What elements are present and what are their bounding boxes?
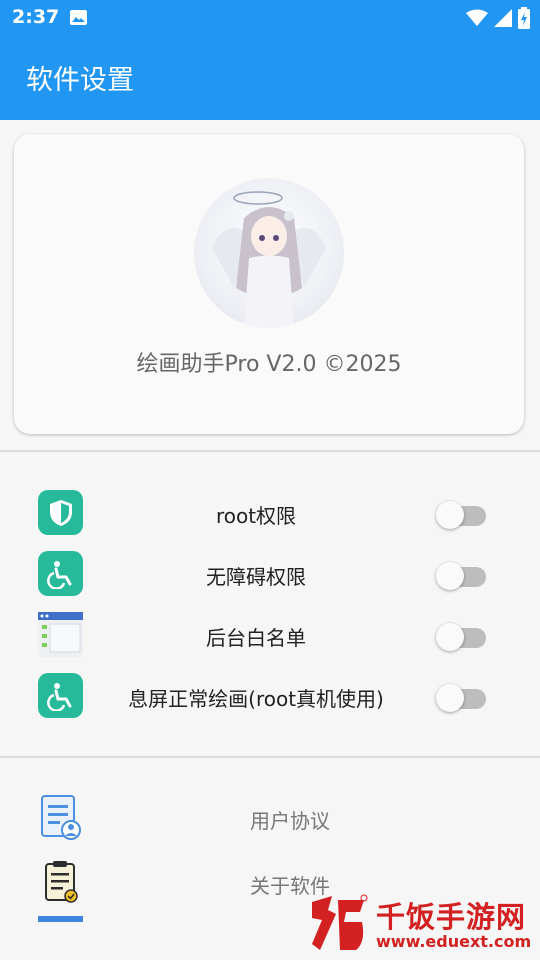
app-window-icon	[38, 612, 83, 657]
watermark-url: www.eduext.com	[376, 932, 532, 951]
status-time: 2:37	[12, 6, 60, 28]
profile-card: 绘画助手Pro V2.0 ©2025	[14, 134, 524, 434]
setting-label: 息屏正常绘画(root真机使用)	[128, 687, 384, 711]
user-agreement-link[interactable]: 用户协议	[0, 795, 540, 845]
setting-label: 无障碍权限	[206, 565, 306, 589]
setting-label: 后台白名单	[206, 626, 306, 650]
partial-icon	[38, 916, 83, 922]
watermark-logo-icon	[312, 894, 368, 950]
divider	[0, 450, 540, 452]
divider	[0, 756, 540, 758]
setting-row-whitelist: 后台白名单	[0, 612, 540, 672]
clipboard-icon	[45, 861, 78, 903]
watermark: 千饭手游网 www.eduext.com	[300, 888, 540, 960]
root-permission-toggle[interactable]	[436, 500, 486, 530]
image-icon	[70, 10, 87, 25]
link-label: 用户协议	[250, 809, 330, 833]
page-title: 软件设置	[26, 65, 134, 96]
setting-row-screen-off: 息屏正常绘画(root真机使用)	[0, 673, 540, 733]
signal-icon	[494, 9, 512, 27]
user-agreement-icon	[41, 795, 81, 840]
version-text: 绘画助手Pro V2.0 ©2025	[136, 352, 402, 377]
battery-charging-icon	[518, 7, 530, 29]
watermark-name: 千饭手游网	[376, 900, 527, 934]
accessibility-icon	[38, 551, 83, 596]
background-whitelist-toggle[interactable]	[436, 622, 486, 652]
setting-label: root权限	[215, 504, 297, 528]
setting-row-root: root权限	[0, 490, 540, 550]
avatar	[194, 178, 344, 328]
status-bar: 2:37	[0, 0, 540, 36]
app-bar: 软件设置	[0, 36, 540, 120]
accessibility-permission-toggle[interactable]	[436, 561, 486, 591]
accessibility-icon	[38, 673, 83, 718]
wifi-icon	[466, 9, 488, 26]
screen-off-drawing-toggle[interactable]	[436, 683, 486, 713]
setting-row-accessibility: 无障碍权限	[0, 551, 540, 611]
avatar-illustration	[212, 191, 326, 328]
shield-icon	[38, 490, 83, 535]
